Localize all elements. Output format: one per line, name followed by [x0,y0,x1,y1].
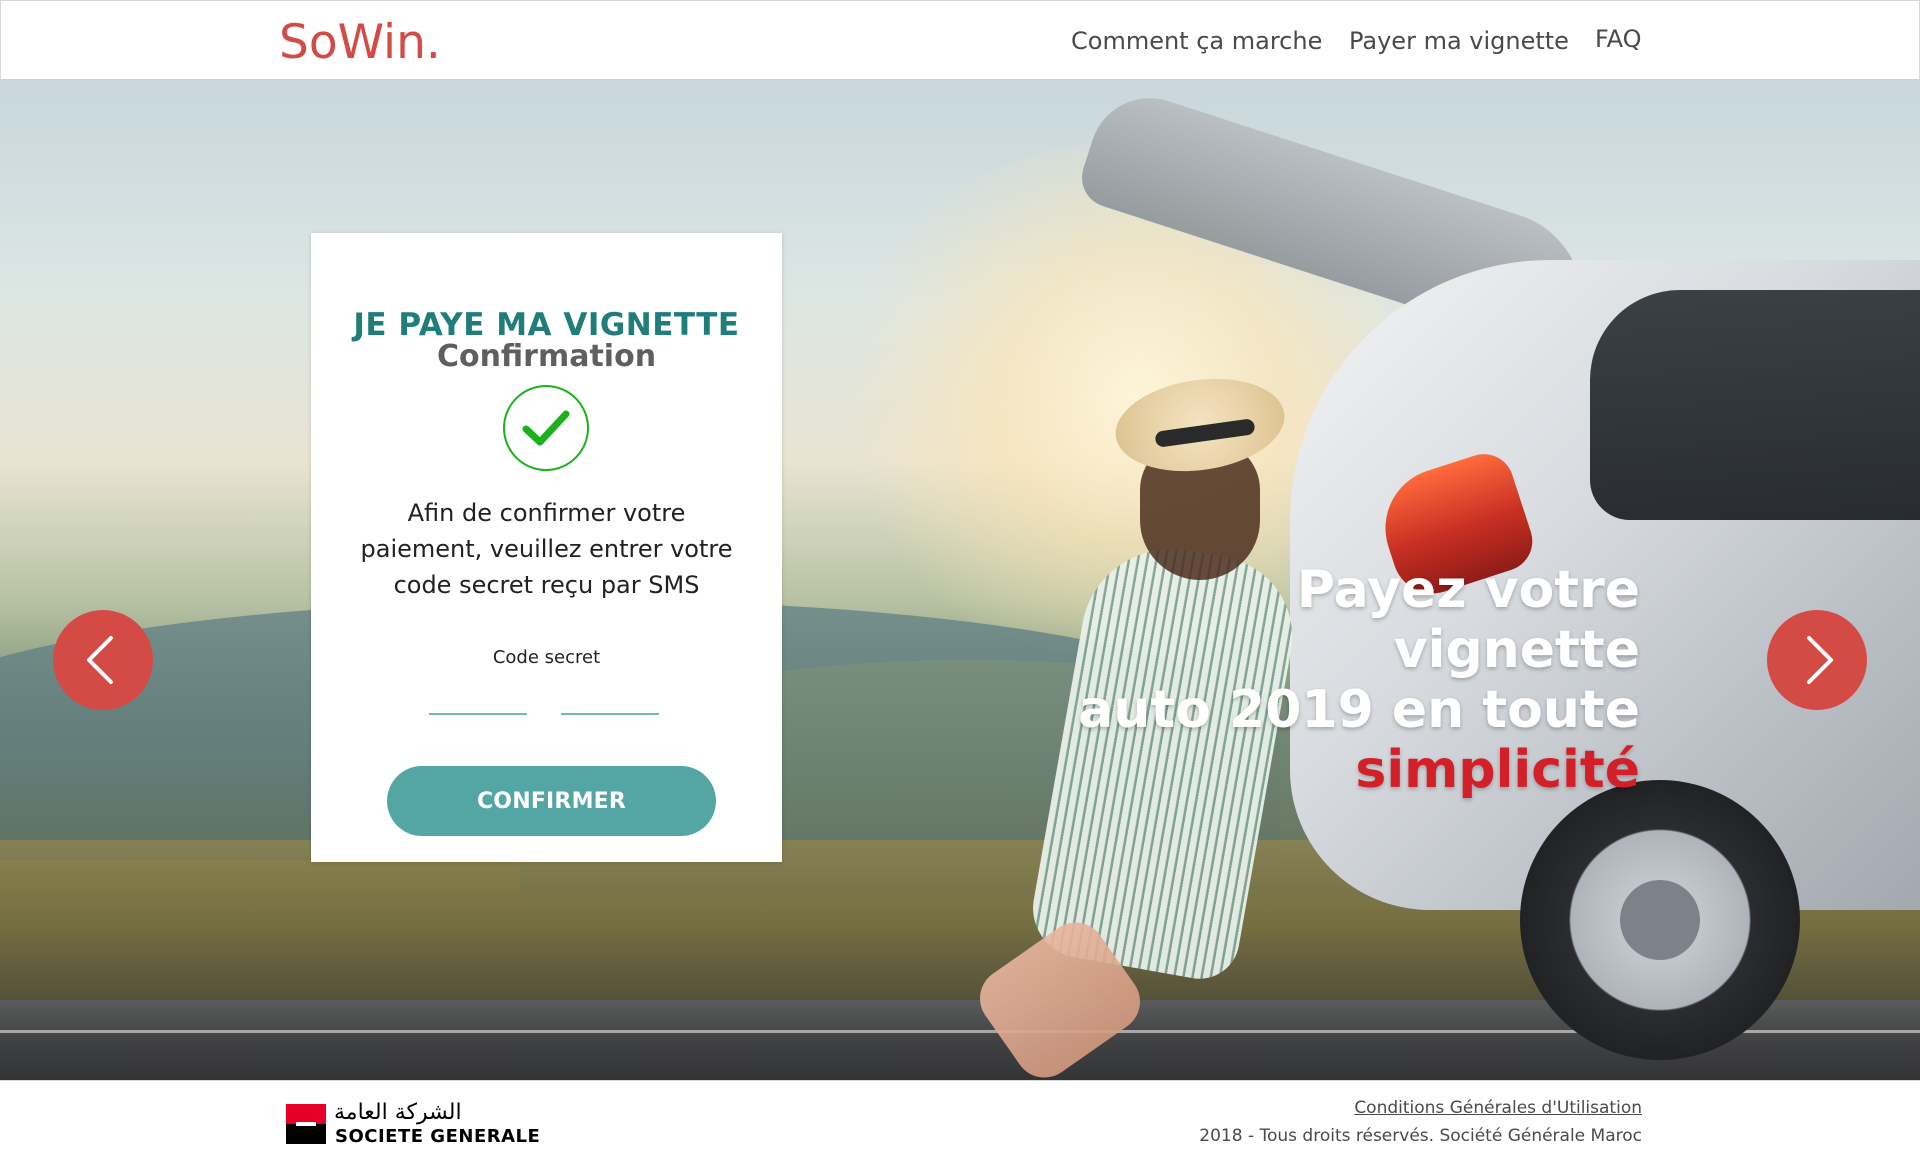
car-wheel-hub [1620,880,1700,960]
hero-headline-line1: Payez votre vignette [1296,560,1640,680]
confirm-button[interactable]: CONFIRMER [387,766,716,836]
copyright-text: 2018 - Tous droits réservés. Société Gén… [1199,1126,1642,1146]
hero-headline: Payez votre vignette auto 2019 en toute … [1040,560,1640,800]
logo-black-block [286,1124,326,1144]
confirmation-message: Afin de confirmer votre paiement, veuill… [360,499,733,599]
carousel-next-button[interactable] [1767,610,1867,710]
code-secret-label: Code secret [492,647,601,668]
car-window [1590,290,1920,520]
hero-headline-line2: auto 2019 en toute [1078,680,1640,740]
card-title: JE PAYE MA VIGNETTE [353,307,740,343]
code-secret-input-2[interactable] [561,685,659,715]
logo-red-block [286,1104,326,1124]
chevron-right-icon [1807,636,1833,684]
societe-generale-logo-arabic: الشركة العامة [334,1100,462,1125]
hero-banner: Payez votre vignette auto 2019 en toute … [0,80,1920,1080]
carousel-prev-button[interactable] [53,610,153,710]
logo-white-stripe [296,1122,316,1126]
nav-link-faq[interactable]: FAQ [1595,25,1642,53]
chevron-left-icon [87,636,113,684]
payment-confirmation-card: JE PAYE MA VIGNETTE Confirmation Afin de… [311,233,782,862]
top-header: SoWin. Comment ça marche Payer ma vignet… [0,0,1920,80]
hero-headline-accent: simplicité [1355,740,1640,800]
card-subtitle: Confirmation [436,339,657,374]
terms-link[interactable]: Conditions Générales d'Utilisation [1354,1098,1642,1118]
brand-logo[interactable]: SoWin. [279,15,441,70]
code-secret-input-1[interactable] [429,685,527,715]
societe-generale-logo-text: SOCIETE GENERALE [335,1126,541,1147]
check-circle-icon [503,385,589,471]
societe-generale-logo-mark [286,1104,326,1144]
nav-link-pay-vignette[interactable]: Payer ma vignette [1349,27,1569,55]
nav-link-how-it-works[interactable]: Comment ça marche [1071,27,1322,55]
